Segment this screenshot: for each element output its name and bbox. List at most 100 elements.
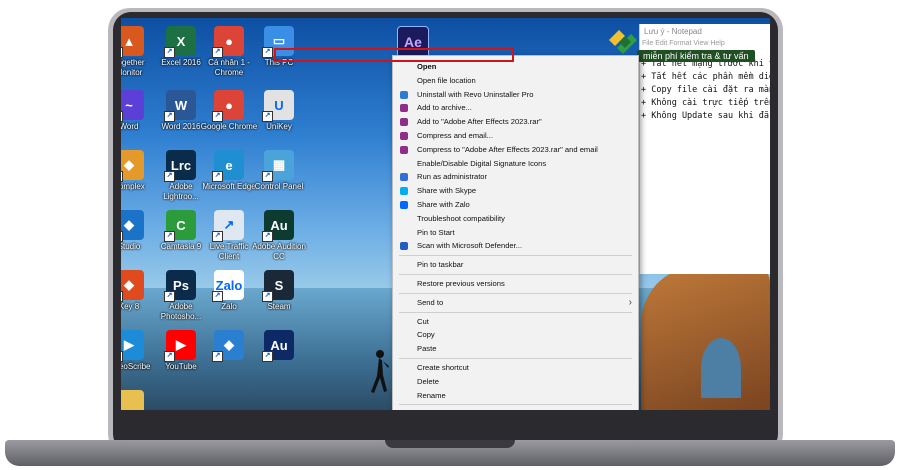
menu-item-label: Scan with Microsoft Defender...	[417, 241, 523, 251]
shortcut-arrow-icon: ↗	[121, 171, 123, 182]
menu-item[interactable]: Compress and email...	[393, 129, 638, 143]
notepad-line: + Không cài trực tiếp trên	[641, 98, 770, 108]
desktop-icon-label: Adobe Audition CC	[252, 242, 306, 261]
photoshop-icon: Ps ↗	[164, 270, 196, 302]
menu-item[interactable]: Send to ›	[393, 296, 638, 310]
menu-item-label: Delete	[417, 376, 439, 386]
menu-item[interactable]: Open	[393, 60, 638, 74]
menu-item[interactable]: Scan with Microsoft Defender...	[393, 239, 638, 253]
shortcut-arrow-icon: ↗	[121, 231, 123, 242]
menu-item[interactable]: Rename	[393, 389, 638, 403]
menu-item[interactable]: Delete	[393, 375, 638, 389]
menu-item-label: Pin to Start	[417, 227, 455, 237]
edge-icon: e ↗	[212, 150, 244, 182]
shortcut-arrow-icon: ↗	[164, 111, 175, 122]
chrome-icon: ● ↗	[212, 26, 244, 58]
together-monitor-icon: ▲↗	[121, 26, 144, 58]
desktop-icon[interactable]: U ↗ UniKey	[249, 90, 309, 132]
menu-item[interactable]: Add to archive...	[393, 101, 638, 115]
menu-item-label: Add to archive...	[417, 103, 472, 113]
notepad-menu[interactable]: File Edit Format View Help	[640, 40, 770, 50]
lightroom-icon: Lrc ↗	[164, 150, 196, 182]
menu-item[interactable]: Compress to "Adobe After Effects 2023.ra…	[393, 143, 638, 157]
defender-icon	[400, 242, 408, 251]
shortcut-arrow-icon: ↗	[212, 171, 223, 182]
menu-item-label: Troubleshoot compatibility	[417, 213, 505, 223]
menu-item[interactable]: Run as administrator	[393, 170, 638, 184]
menu-item-label: Properties	[417, 409, 452, 410]
notepad-line: + Tắt hết các phần mềm diệ	[641, 72, 770, 82]
winrar-icon	[400, 131, 408, 140]
menu-separator	[399, 357, 632, 359]
highlight-open-file-location	[274, 48, 514, 62]
menu-item[interactable]: Share with Skype	[393, 184, 638, 198]
menu-item-label: Restore previous versions	[417, 278, 505, 288]
shortcut-arrow-icon: ↗	[212, 47, 223, 58]
shortcut-arrow-icon: ↗	[262, 47, 273, 58]
messenger-icon: ~↗	[121, 90, 144, 122]
menu-item[interactable]: Share with Zalo	[393, 198, 638, 212]
winrar-icon	[400, 104, 408, 113]
menu-item-label: Cut	[417, 316, 429, 326]
chevron-right-icon: ›	[628, 296, 632, 308]
skype-icon	[400, 187, 408, 196]
context-menu: Open Open file location Uninstall with Rev…	[392, 55, 639, 410]
menu-item[interactable]: Add to "Adobe After Effects 2023.rar"	[393, 115, 638, 129]
shortcut-arrow-icon: ↗	[121, 351, 123, 362]
menu-item[interactable]: Enable/Disable Digital Signature Icons	[393, 157, 638, 171]
folder-icon: ↗	[121, 390, 144, 410]
shortcut-arrow-icon: ↗	[212, 231, 223, 242]
shortcut-arrow-icon: ↗	[262, 231, 273, 242]
traffic-icon: ↗ ↗	[212, 210, 244, 242]
laptop-notch	[385, 440, 515, 448]
brand-logo-icon	[609, 30, 637, 54]
menu-item-label: Rename	[417, 390, 446, 400]
menu-separator	[399, 273, 632, 275]
menu-item-label: Enable/Disable Digital Signature Icons	[417, 158, 547, 168]
unikey-icon: U ↗	[262, 90, 294, 122]
menu-item[interactable]: Paste	[393, 342, 638, 356]
desktop-icon-label: UniKey	[266, 122, 292, 131]
menu-item-label: Send to	[417, 297, 444, 307]
wallpaper-arch	[701, 338, 741, 398]
menu-item[interactable]: Open file location	[393, 74, 638, 88]
shortcut-arrow-icon: ↗	[164, 231, 175, 242]
desktop-icon[interactable]: ↗	[121, 390, 159, 410]
winrar-icon	[400, 145, 408, 154]
wallpaper-runner	[371, 350, 389, 393]
notepad-title: Lưu ý - Notepad	[644, 27, 702, 36]
audition-icon: Au ↗	[262, 330, 294, 362]
menu-item-label: Open file location	[417, 75, 476, 85]
menu-item[interactable]: Cut	[393, 315, 638, 329]
desktop-icon[interactable]: Au ↗	[249, 330, 309, 362]
menu-item-label: Copy	[417, 330, 435, 340]
desktop-icon-label: Control Panel	[254, 182, 304, 191]
menu-item[interactable]: Pin to Start	[393, 226, 638, 240]
menu-item-label: Paste	[417, 344, 437, 354]
chrome-icon: ● ↗	[212, 90, 244, 122]
menu-item[interactable]: Copy	[393, 328, 638, 342]
menu-item-label: Compress and email...	[417, 130, 493, 140]
menu-item[interactable]: Uninstall with Revo Uninstaller Pro	[393, 88, 638, 102]
shortcut-arrow-icon: ↗	[164, 171, 175, 182]
desktop-icon[interactable]: Au ↗ Adobe Audition CC	[249, 210, 309, 262]
menu-separator	[399, 292, 632, 294]
shortcut-arrow-icon: ↗	[262, 351, 273, 362]
desktop-icon-label: Steam	[267, 302, 291, 311]
excel-icon: X ↗	[164, 26, 196, 58]
shortcut-arrow-icon: ↗	[121, 47, 123, 58]
desktop-icon[interactable]: S ↗ Steam	[249, 270, 309, 312]
menu-item[interactable]: Properties	[393, 407, 638, 410]
youtube-icon: ▶ ↗	[164, 330, 196, 362]
desktop-icon-label: YouTube	[165, 362, 197, 371]
menu-separator	[399, 404, 632, 406]
desktop-icon[interactable]: ▦ ↗ Control Panel	[249, 150, 309, 192]
menu-item[interactable]: Restore previous versions	[393, 277, 638, 291]
menu-item-label: Share with Zalo	[417, 199, 470, 209]
menu-item[interactable]: Create shortcut	[393, 361, 638, 375]
zalo-icon	[400, 200, 408, 209]
menu-item[interactable]: Troubleshoot compatibility	[393, 212, 638, 226]
audition-icon: Au ↗	[262, 210, 294, 242]
menu-item-label: Open	[417, 62, 437, 71]
menu-item[interactable]: Pin to taskbar	[393, 258, 638, 272]
